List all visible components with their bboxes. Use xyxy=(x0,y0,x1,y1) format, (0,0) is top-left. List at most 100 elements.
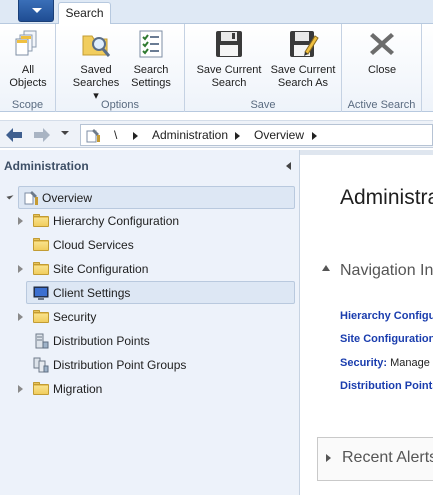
all-objects-icon xyxy=(15,30,37,56)
breadcrumb-separator-icon[interactable] xyxy=(312,132,317,140)
admin-workspace-icon xyxy=(86,129,100,143)
folder-icon xyxy=(33,310,49,323)
ribbon-group-save: Save Current Search Save Current Search … xyxy=(185,24,342,112)
folder-icon xyxy=(33,238,49,251)
folder-icon xyxy=(33,382,49,395)
tree-label-migration: Migration xyxy=(53,382,103,396)
expand-node-icon[interactable] xyxy=(18,217,23,225)
section-recent-alerts[interactable]: Recent Alerts xyxy=(317,437,433,481)
tree-label-hierarchy-configuration: Hierarchy Configuration xyxy=(53,214,180,228)
link-label: Site Configuration xyxy=(340,333,433,345)
tree-item-hierarchy-configuration[interactable]: Hierarchy Configuration xyxy=(18,210,295,233)
breadcrumb-separator-icon[interactable] xyxy=(235,132,240,140)
save-current-search-button[interactable]: Save Current Search xyxy=(191,28,267,90)
saved-searches-label-1: Saved xyxy=(80,64,112,76)
address-bar[interactable]: \ Administration Overview xyxy=(80,124,433,146)
save-current-search-as-button[interactable]: Save Current Search As xyxy=(263,28,343,90)
navigation-pane-title: Administration xyxy=(4,159,89,173)
search-settings-label-2: Settings xyxy=(131,77,171,89)
expand-node-icon[interactable] xyxy=(18,313,23,321)
saved-searches-button[interactable]: Saved Searches ▾ xyxy=(69,28,123,103)
tree-label-overview: Overview xyxy=(42,191,93,205)
breadcrumb-administration[interactable]: Administration xyxy=(152,128,228,142)
link-distribution-points[interactable]: Distribution Points xyxy=(340,380,433,392)
tree-item-site-configuration[interactable]: Site Configuration xyxy=(18,258,295,281)
tree-label-cloud-services: Cloud Services xyxy=(53,238,134,252)
forward-arrow-icon[interactable] xyxy=(31,125,53,145)
link-site-configuration[interactable]: Site Configuration xyxy=(340,333,433,345)
navigation-pane-header: Administration xyxy=(0,150,300,178)
application-menu-button[interactable] xyxy=(18,0,54,22)
ribbon: All Objects Scope Saved Searches ▾ Searc… xyxy=(0,24,433,112)
save-current-search-label-1: Save Current xyxy=(196,64,262,76)
link-label: Hierarchy Configuration xyxy=(340,310,433,322)
tree-item-overview[interactable]: Overview xyxy=(6,186,295,209)
floppy-disk-pencil-icon xyxy=(290,31,319,57)
tree-label-security: Security xyxy=(53,310,97,324)
link-hierarchy-configuration[interactable]: Hierarchy Configuration xyxy=(340,310,433,322)
folder-icon xyxy=(33,214,49,227)
collapse-section-icon[interactable] xyxy=(322,265,330,271)
collapse-pane-icon[interactable] xyxy=(286,162,291,170)
group-label-active-search: Active Search xyxy=(347,99,416,111)
back-arrow-icon[interactable] xyxy=(3,125,25,145)
expand-node-icon[interactable] xyxy=(18,385,23,393)
tree-label-distribution-point-groups: Distribution Point Groups xyxy=(53,358,187,372)
link-security[interactable]: Security: Manage xyxy=(340,357,430,369)
navigation-pane: Administration Overview Hierarchy Config… xyxy=(0,150,300,495)
history-dropdown-icon[interactable] xyxy=(61,131,69,135)
all-objects-label-2: Objects xyxy=(9,77,47,89)
close-icon xyxy=(370,33,394,55)
link-description: Manage xyxy=(387,357,430,369)
details-title: Administration xyxy=(340,186,433,209)
ribbon-group-options: Saved Searches ▾ Search Settings Options xyxy=(56,24,185,112)
ribbon-tab-strip: Search xyxy=(0,0,433,25)
breadcrumb-overview[interactable]: Overview xyxy=(254,128,304,142)
collapse-node-icon[interactable] xyxy=(6,192,14,200)
breadcrumb-separator-icon[interactable] xyxy=(133,132,138,140)
folder-icon xyxy=(33,262,49,275)
save-current-search-as-label-1: Save Current xyxy=(270,64,336,76)
client-settings-icon xyxy=(33,286,49,300)
link-label: Security: xyxy=(340,357,388,369)
close-button[interactable]: Close xyxy=(356,28,408,77)
group-label-save: Save xyxy=(250,99,276,111)
tree-label-site-configuration: Site Configuration xyxy=(53,262,149,276)
expand-node-icon[interactable] xyxy=(18,265,23,273)
section-navigation-index[interactable]: Navigation Index xyxy=(340,262,433,280)
ribbon-group-scope: All Objects Scope xyxy=(0,24,56,112)
ribbon-group-active-search: Close Active Search xyxy=(342,24,422,112)
search-settings-label-1: Search xyxy=(133,64,169,76)
navigation-bar: \ Administration Overview xyxy=(0,120,433,148)
close-label: Close xyxy=(367,64,397,76)
tree-item-client-settings[interactable]: Client Settings xyxy=(26,281,295,304)
search-settings-icon xyxy=(139,30,163,58)
distribution-point-icon xyxy=(35,333,49,349)
expand-section-icon[interactable] xyxy=(326,454,331,462)
group-label-scope: Scope xyxy=(11,99,44,111)
tree-item-migration[interactable]: Migration xyxy=(18,378,295,401)
distribution-point-groups-icon xyxy=(33,357,49,373)
tree-item-security[interactable]: Security xyxy=(18,306,295,329)
tree-label-client-settings: Client Settings xyxy=(53,286,131,300)
details-pane-border xyxy=(300,150,433,155)
tab-search[interactable]: Search xyxy=(58,2,111,25)
save-current-search-label-2: Search xyxy=(211,77,247,89)
all-objects-button[interactable]: All Objects xyxy=(4,28,52,90)
details-pane: Administration Navigation Index Hierarch… xyxy=(300,150,433,495)
all-objects-label-1: All xyxy=(21,64,35,76)
admin-overview-icon xyxy=(24,191,38,205)
tree-item-distribution-points[interactable]: Distribution Points xyxy=(18,330,295,353)
floppy-disk-icon xyxy=(216,31,242,57)
search-settings-button[interactable]: Search Settings xyxy=(126,28,176,90)
group-label-options: Options xyxy=(101,99,139,111)
breadcrumb-root[interactable]: \ xyxy=(114,128,117,142)
link-label: Distribution Points xyxy=(340,380,433,392)
chevron-down-icon xyxy=(32,8,42,13)
save-current-search-as-label-2: Search As xyxy=(277,77,329,89)
tree-label-distribution-points: Distribution Points xyxy=(53,334,150,348)
saved-searches-icon xyxy=(82,35,111,57)
tree-item-distribution-point-groups[interactable]: Distribution Point Groups xyxy=(18,354,295,377)
tree-item-cloud-services[interactable]: Cloud Services xyxy=(18,234,295,257)
section-recent-alerts-label: Recent Alerts xyxy=(342,449,433,466)
